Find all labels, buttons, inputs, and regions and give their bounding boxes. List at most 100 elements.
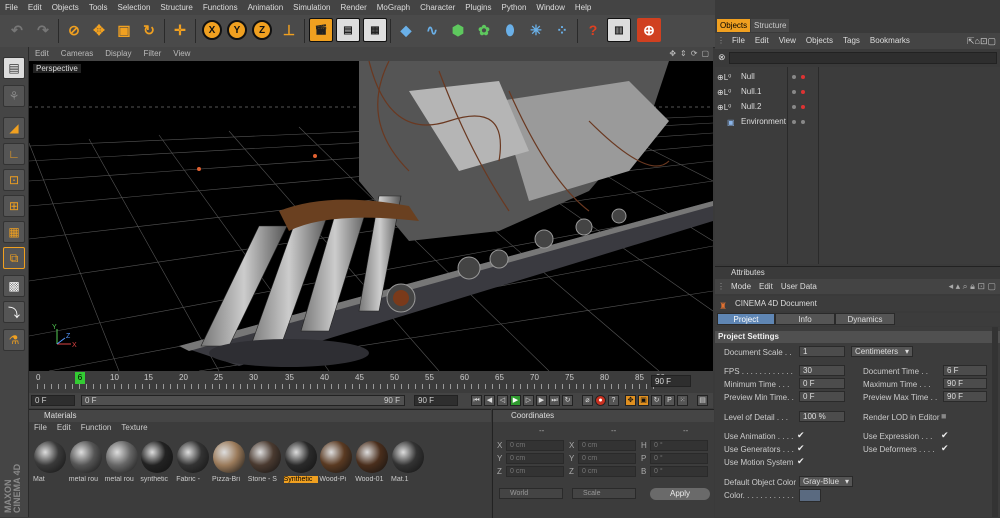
objects-menu-item[interactable]: View [774, 33, 801, 49]
menu-item[interactable]: Render [336, 0, 372, 15]
apply-button[interactable]: Apply [650, 488, 710, 500]
key-scale-icon[interactable]: ▣ [638, 395, 649, 406]
spline-pen-icon[interactable]: ∿ [420, 18, 444, 42]
render-visibility-dot[interactable] [801, 120, 805, 124]
materials-menu-item[interactable]: Function [76, 422, 117, 434]
material-swatch[interactable]: Mat.1 [391, 440, 425, 492]
tab-dynamics[interactable]: Dynamics [835, 313, 895, 325]
use-animation-checkbox[interactable]: ✔ [797, 430, 805, 441]
render-settings-icon[interactable]: ▦ [363, 18, 387, 42]
key-param-icon[interactable]: P [664, 395, 675, 406]
tab-structure[interactable]: Structure [751, 19, 790, 32]
viewport-menu-item[interactable]: Edit [29, 47, 55, 61]
last-tool-icon[interactable]: ✛ [168, 18, 192, 42]
menu-item[interactable]: Plugins [460, 0, 496, 15]
undo-icon[interactable]: ↶ [5, 18, 29, 42]
3d-viewport[interactable]: Y X Z Perspective [29, 61, 713, 371]
timeline-window-icon[interactable]: ▤ [697, 395, 708, 406]
fps-field[interactable]: 30 [799, 365, 845, 376]
use-deformers-checkbox[interactable]: ✔ [941, 443, 949, 454]
tab-objects[interactable]: Objects [717, 19, 751, 32]
attributes-menu-item[interactable]: User Data [777, 279, 821, 294]
menu-item[interactable]: Tools [84, 0, 113, 15]
array-icon[interactable]: ✿ [472, 18, 496, 42]
scale-icon[interactable]: ▣ [112, 18, 136, 42]
object-row[interactable]: ⊕L⁰ Null.1 [715, 85, 1000, 99]
coord-field[interactable]: 0 ° [650, 453, 708, 464]
attributes-nav-icon[interactable]: ◂ ▴ ⌕ 🔒︎ ⊡ ▢ [949, 279, 996, 294]
material-swatch[interactable]: Wood-Pi [319, 440, 353, 492]
timeline-end-field[interactable]: 90 F [651, 375, 691, 387]
viewport-menu-item[interactable]: Display [99, 47, 137, 61]
menu-item[interactable]: Window [531, 0, 569, 15]
attributes-menu-item[interactable]: Edit [755, 279, 777, 294]
use-motion-checkbox[interactable]: ✔ [797, 456, 805, 467]
render-lod-checkbox[interactable]: ■ [941, 411, 946, 421]
menu-item[interactable]: Character [415, 0, 460, 15]
preview-min-field[interactable]: 0 F [799, 391, 845, 402]
sculpt-icon[interactable]: ⚘ [3, 85, 25, 107]
menu-item[interactable]: Selection [113, 0, 156, 15]
material-swatch[interactable]: metal rou [69, 440, 103, 492]
attributes-scrollbar[interactable] [992, 327, 998, 517]
object-row[interactable]: ▣ Environment [715, 115, 1000, 129]
use-expression-checkbox[interactable]: ✔ [941, 430, 949, 441]
tab-info[interactable]: Info [775, 313, 835, 325]
redo-icon[interactable]: ↷ [31, 18, 55, 42]
subdivision-icon[interactable]: ⬢ [446, 18, 470, 42]
attributes-menu-item[interactable]: Mode [727, 279, 755, 294]
coord-field[interactable]: 0 cm [506, 440, 564, 451]
points-mode-icon[interactable]: ⊡ [3, 169, 25, 191]
objects-menu-item[interactable]: Objects [801, 33, 838, 49]
clear-search-icon[interactable]: ⊗ [718, 52, 726, 63]
record-key-icon[interactable]: ⌀ [582, 395, 593, 406]
workplane-icon[interactable]: ⤵ [3, 301, 25, 323]
viewport-menu-item[interactable]: Cameras [55, 47, 99, 61]
coord-field[interactable]: 0 cm [506, 453, 564, 464]
next-key-icon[interactable]: ▶ [536, 395, 547, 406]
render-visibility-dot[interactable] [801, 75, 805, 79]
menu-item[interactable]: Edit [23, 0, 47, 15]
viewport-layout-icon[interactable]: ▤ [3, 57, 25, 79]
maximum-time-field[interactable]: 90 F [943, 378, 987, 389]
z-axis-button[interactable]: Z [252, 20, 272, 40]
coord-field[interactable]: 0 cm [578, 453, 636, 464]
y-axis-button[interactable]: Y [227, 20, 247, 40]
render-visibility-dot[interactable] [801, 90, 805, 94]
editor-visibility-dot[interactable] [792, 90, 796, 94]
move-icon[interactable]: ✥ [87, 18, 111, 42]
goto-start-icon[interactable]: ⏮ [471, 395, 482, 406]
level-of-detail-field[interactable]: 100 % [799, 411, 845, 422]
color-swatch[interactable] [799, 489, 821, 502]
live-selection-icon[interactable]: ⊘ [62, 18, 86, 42]
coord-field[interactable]: 0 ° [650, 440, 708, 451]
loop-icon[interactable]: ↻ [562, 395, 573, 406]
model-mode-icon[interactable]: ◢ [3, 117, 25, 139]
objects-menu-item[interactable]: Tags [838, 33, 865, 49]
coord-field[interactable]: 0 cm [578, 440, 636, 451]
material-swatch[interactable]: Pizza-Bri [212, 440, 246, 492]
prev-frame-icon[interactable]: ◁ [497, 395, 508, 406]
size-mode-dropdown[interactable]: Scale [572, 488, 636, 499]
viewport-menu-item[interactable]: Filter [137, 47, 167, 61]
help-icon[interactable]: ? [581, 18, 605, 42]
editor-visibility-dot[interactable] [792, 75, 796, 79]
render-picture-viewer-icon[interactable]: ▤ [336, 18, 360, 42]
menu-item[interactable]: Python [497, 0, 532, 15]
web-icon[interactable]: ⊕ [637, 18, 661, 42]
menu-item[interactable]: Animation [243, 0, 289, 15]
render-view-icon[interactable]: 🎬︎ [309, 18, 333, 42]
material-swatch[interactable]: metal rou [105, 440, 139, 492]
preview-max-field[interactable]: 90 F [943, 391, 987, 402]
material-swatch[interactable]: Wood-01 [355, 440, 389, 492]
material-swatch[interactable]: Synthetic [283, 440, 318, 492]
editor-visibility-dot[interactable] [792, 105, 796, 109]
uv-mode-icon[interactable]: ⧉ [3, 247, 25, 269]
objects-menu-item[interactable]: Edit [750, 33, 774, 49]
document-time-field[interactable]: 6 F [943, 365, 987, 376]
bend-deformer-icon[interactable]: ⬮ [498, 18, 522, 42]
default-color-dropdown[interactable]: Gray-Blue ▾ [799, 476, 853, 487]
coord-field[interactable]: 0 ° [650, 466, 708, 477]
play-icon[interactable]: ▶ [510, 395, 521, 406]
edges-mode-icon[interactable]: ⊞ [3, 195, 25, 217]
